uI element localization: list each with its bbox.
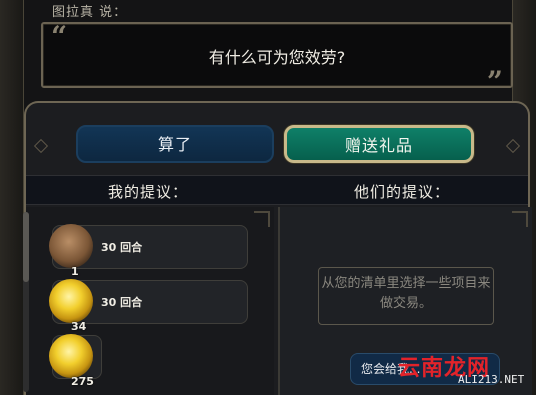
their-offer-title: 他们的提议： bbox=[354, 183, 451, 201]
item-quantity: 1 bbox=[71, 265, 79, 278]
quote-close-icon: ” bbox=[486, 65, 503, 98]
item-quantity: 275 bbox=[71, 375, 94, 388]
list-item[interactable]: 34 30 回合 bbox=[49, 279, 248, 333]
item-duration: 30 回合 bbox=[101, 296, 143, 309]
give-gift-button[interactable]: 赠送礼品 bbox=[284, 125, 474, 163]
gold-icon bbox=[49, 279, 93, 323]
my-offer-list: 1 30 回合 34 30 回合 275 bbox=[23, 207, 274, 395]
dialog-text: 有什么可为您效劳? bbox=[208, 48, 346, 67]
gold-icon bbox=[49, 334, 93, 378]
cancel-button[interactable]: 算了 bbox=[76, 125, 274, 163]
item-duration: 30 回合 bbox=[101, 241, 143, 254]
speaker-label: 图拉真 说： bbox=[52, 5, 128, 20]
list-item[interactable]: 1 30 回合 bbox=[49, 224, 248, 278]
horse-icon bbox=[49, 224, 93, 268]
my-offer-title: 我的提议： bbox=[108, 183, 189, 201]
dialog-box: “ 有什么可为您效劳? ” bbox=[41, 20, 513, 98]
diamond-ornament-icon bbox=[505, 138, 521, 154]
empty-offer-text: 从您的清单里选择一些项目来做交易。 bbox=[321, 276, 491, 311]
empty-offer-hint: 从您的清单里选择一些项目来做交易。 bbox=[318, 267, 494, 325]
action-row: 算了 赠送礼品 bbox=[26, 113, 528, 175]
item-quantity: 34 bbox=[71, 320, 87, 333]
list-item[interactable]: 275 bbox=[49, 334, 102, 388]
offer-header: 我的提议： 他们的提议： bbox=[26, 175, 528, 205]
corner-ornament-icon bbox=[512, 211, 528, 227]
watermark-url: ALI213.NET bbox=[458, 373, 525, 386]
scrollbar-thumb[interactable] bbox=[23, 212, 29, 282]
corner-ornament-icon bbox=[254, 211, 270, 227]
frame-left-edge bbox=[0, 0, 24, 395]
diamond-ornament-icon bbox=[33, 138, 49, 154]
